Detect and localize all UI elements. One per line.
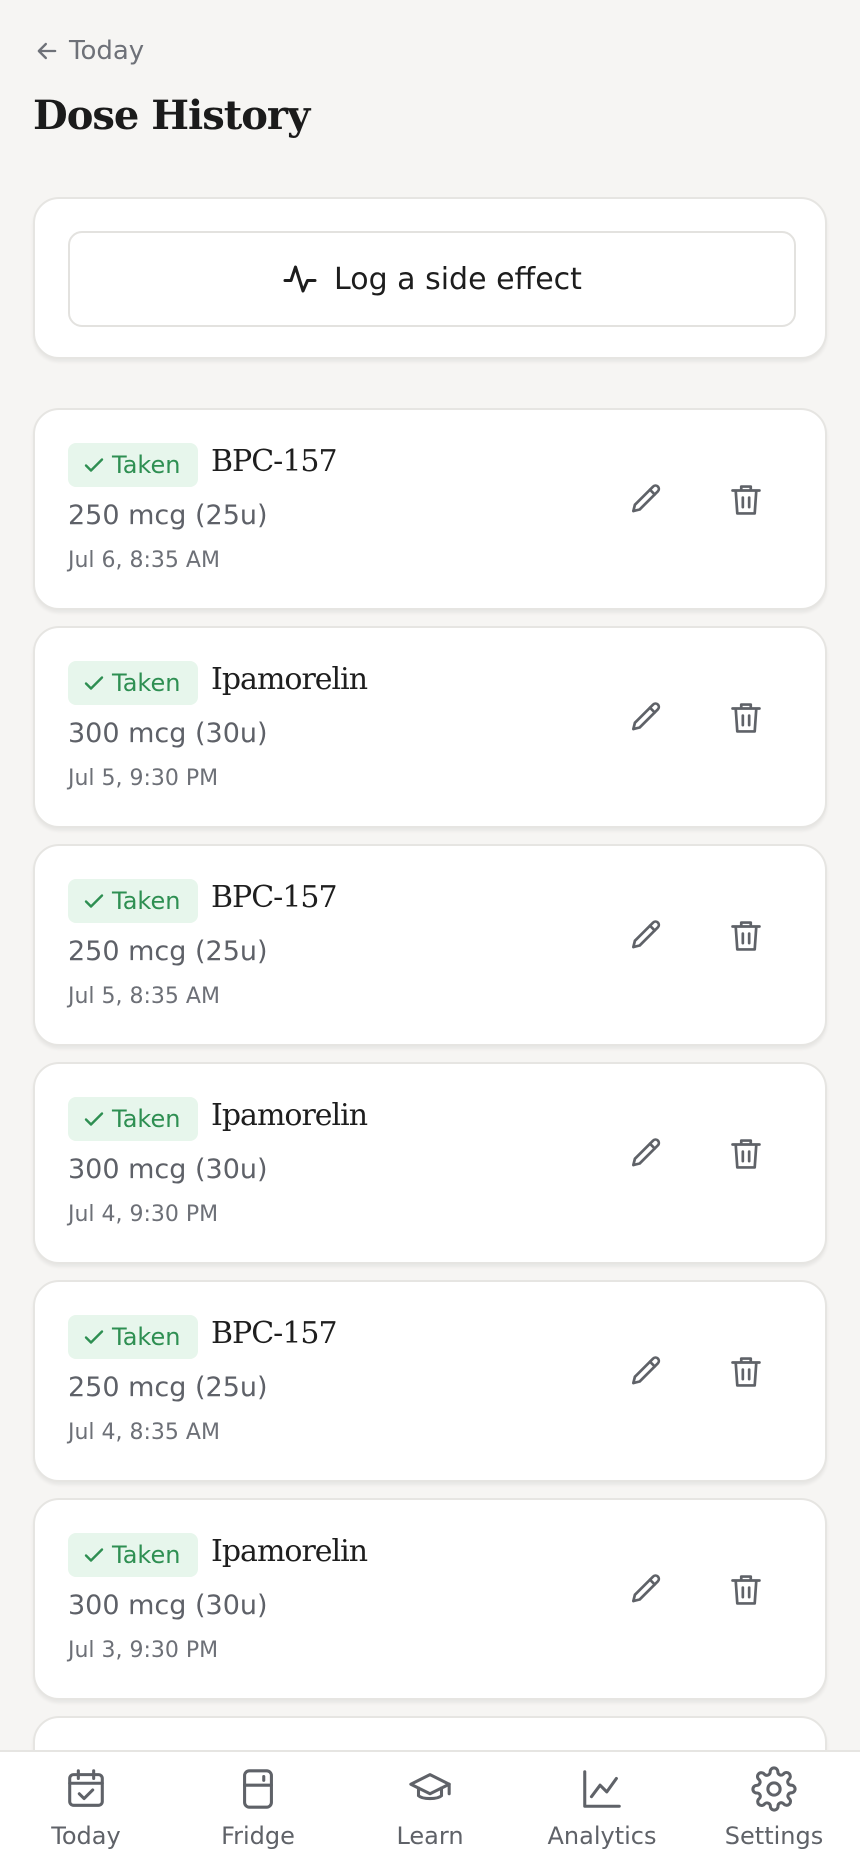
status-label: Taken: [112, 451, 181, 479]
medication-name: BPC-157: [211, 444, 338, 479]
edit-button[interactable]: [616, 688, 676, 748]
check-icon: [84, 1330, 104, 1344]
dose-time: Jul 5, 9:30 PM: [68, 766, 219, 791]
edit-button[interactable]: [616, 1342, 676, 1402]
dose-list[interactable]: Taken BPC-157 250 mcg (25u) Jul 6, 8:35 AM T…: [0, 408, 860, 1750]
trash-icon: [731, 921, 761, 951]
log-side-effect-label: Log a side effect: [334, 261, 582, 297]
delete-button[interactable]: [716, 470, 776, 530]
line-chart-icon: [583, 1770, 621, 1808]
pencil-icon: [631, 1574, 661, 1603]
status-label: Taken: [112, 669, 181, 697]
status-label: Taken: [112, 1541, 181, 1569]
check-icon: [84, 894, 104, 908]
check-icon: [84, 1548, 104, 1562]
check-icon: [84, 1112, 104, 1126]
tab-analytics[interactable]: Analytics: [527, 1752, 677, 1850]
dose-time: Jul 4, 8:35 AM: [68, 1420, 220, 1445]
dose-time: Jul 6, 8:35 AM: [68, 548, 220, 573]
dose-card: Taken BPC-157 250 mcg (25u) Jul 5, 8:35 AM: [33, 844, 827, 1046]
dose-history-screen: Today Dose History Log a side effect Tak…: [0, 0, 860, 1864]
dose-card: Taken Ipamorelin 300 mcg (30u) Jul 3, 9:30 …: [33, 1498, 827, 1700]
trash-icon: [731, 1139, 761, 1169]
dose-time: Jul 5, 8:35 AM: [68, 984, 220, 1009]
graduation-cap-icon: [409, 1773, 451, 1801]
dose-card-partial: [33, 1716, 827, 1750]
edit-button[interactable]: [616, 470, 676, 530]
calendar-check-icon: [68, 1769, 104, 1807]
dose-time: Jul 4, 9:30 PM: [68, 1202, 219, 1227]
back-link-label: Today: [69, 36, 145, 66]
status-badge: Taken: [68, 661, 199, 705]
delete-button[interactable]: [716, 1560, 776, 1620]
pencil-icon: [631, 1356, 661, 1385]
medication-name: BPC-157: [211, 880, 338, 915]
dose-card: Taken BPC-157 250 mcg (25u) Jul 4, 8:35 AM: [33, 1280, 827, 1482]
page-title: Dose History: [33, 92, 310, 139]
check-icon: [84, 676, 104, 690]
activity-icon: [283, 265, 317, 293]
tab-label: Today: [51, 1822, 121, 1850]
status-badge: Taken: [68, 443, 199, 487]
tab-learn[interactable]: Learn: [355, 1752, 505, 1850]
status-badge: Taken: [68, 1315, 199, 1359]
edit-button[interactable]: [616, 1124, 676, 1184]
arrow-left-icon: [37, 42, 57, 60]
pencil-icon: [631, 920, 661, 949]
tab-today[interactable]: Today: [11, 1752, 161, 1850]
check-icon: [84, 458, 104, 472]
trash-icon: [731, 703, 761, 733]
trash-icon: [731, 1357, 761, 1387]
medication-name: Ipamorelin: [211, 662, 368, 697]
pencil-icon: [631, 702, 661, 731]
delete-button[interactable]: [716, 1342, 776, 1402]
delete-button[interactable]: [716, 1124, 776, 1184]
bottom-tab-bar: Today Fridge Learn Analytics Settings: [0, 1750, 860, 1864]
medication-name: Ipamorelin: [211, 1098, 368, 1133]
status-label: Taken: [112, 887, 181, 915]
dose-card: Taken Ipamorelin 300 mcg (30u) Jul 4, 9:30 …: [33, 1062, 827, 1264]
trash-icon: [731, 485, 761, 515]
edit-button[interactable]: [616, 1560, 676, 1620]
dose-card: Taken Ipamorelin 300 mcg (30u) Jul 5, 9:30 …: [33, 626, 827, 828]
pencil-icon: [631, 1138, 661, 1167]
tab-label: Fridge: [221, 1822, 295, 1850]
trash-icon: [731, 1575, 761, 1605]
tab-label: Learn: [396, 1822, 464, 1850]
dose-amount: 300 mcg (30u): [68, 718, 268, 749]
tab-label: Settings: [724, 1822, 824, 1850]
dose-time: Jul 3, 9:30 PM: [68, 1638, 219, 1663]
status-badge: Taken: [68, 879, 199, 923]
pencil-icon: [631, 484, 661, 513]
dose-card: Taken BPC-157 250 mcg (25u) Jul 6, 8:35 AM: [33, 408, 827, 610]
medication-name: BPC-157: [211, 1316, 338, 1351]
edit-button[interactable]: [616, 906, 676, 966]
dose-amount: 250 mcg (25u): [68, 1372, 268, 1403]
tab-settings[interactable]: Settings: [699, 1752, 849, 1850]
log-side-effect-button[interactable]: Log a side effect: [68, 231, 796, 327]
status-label: Taken: [112, 1323, 181, 1351]
status-badge: Taken: [68, 1533, 199, 1577]
tab-fridge[interactable]: Fridge: [183, 1752, 333, 1850]
status-label: Taken: [112, 1105, 181, 1133]
gear-icon: [751, 1766, 797, 1812]
tab-label: Analytics: [547, 1822, 657, 1850]
fridge-icon: [243, 1769, 273, 1809]
dose-amount: 250 mcg (25u): [68, 500, 268, 531]
delete-button[interactable]: [716, 688, 776, 748]
dose-amount: 300 mcg (30u): [68, 1590, 268, 1621]
back-link[interactable]: Today: [33, 36, 144, 66]
actions-card: Log a side effect: [33, 197, 827, 359]
dose-amount: 250 mcg (25u): [68, 936, 268, 967]
dose-amount: 300 mcg (30u): [68, 1154, 268, 1185]
medication-name: Ipamorelin: [211, 1534, 368, 1569]
delete-button[interactable]: [716, 906, 776, 966]
status-badge: Taken: [68, 1097, 199, 1141]
